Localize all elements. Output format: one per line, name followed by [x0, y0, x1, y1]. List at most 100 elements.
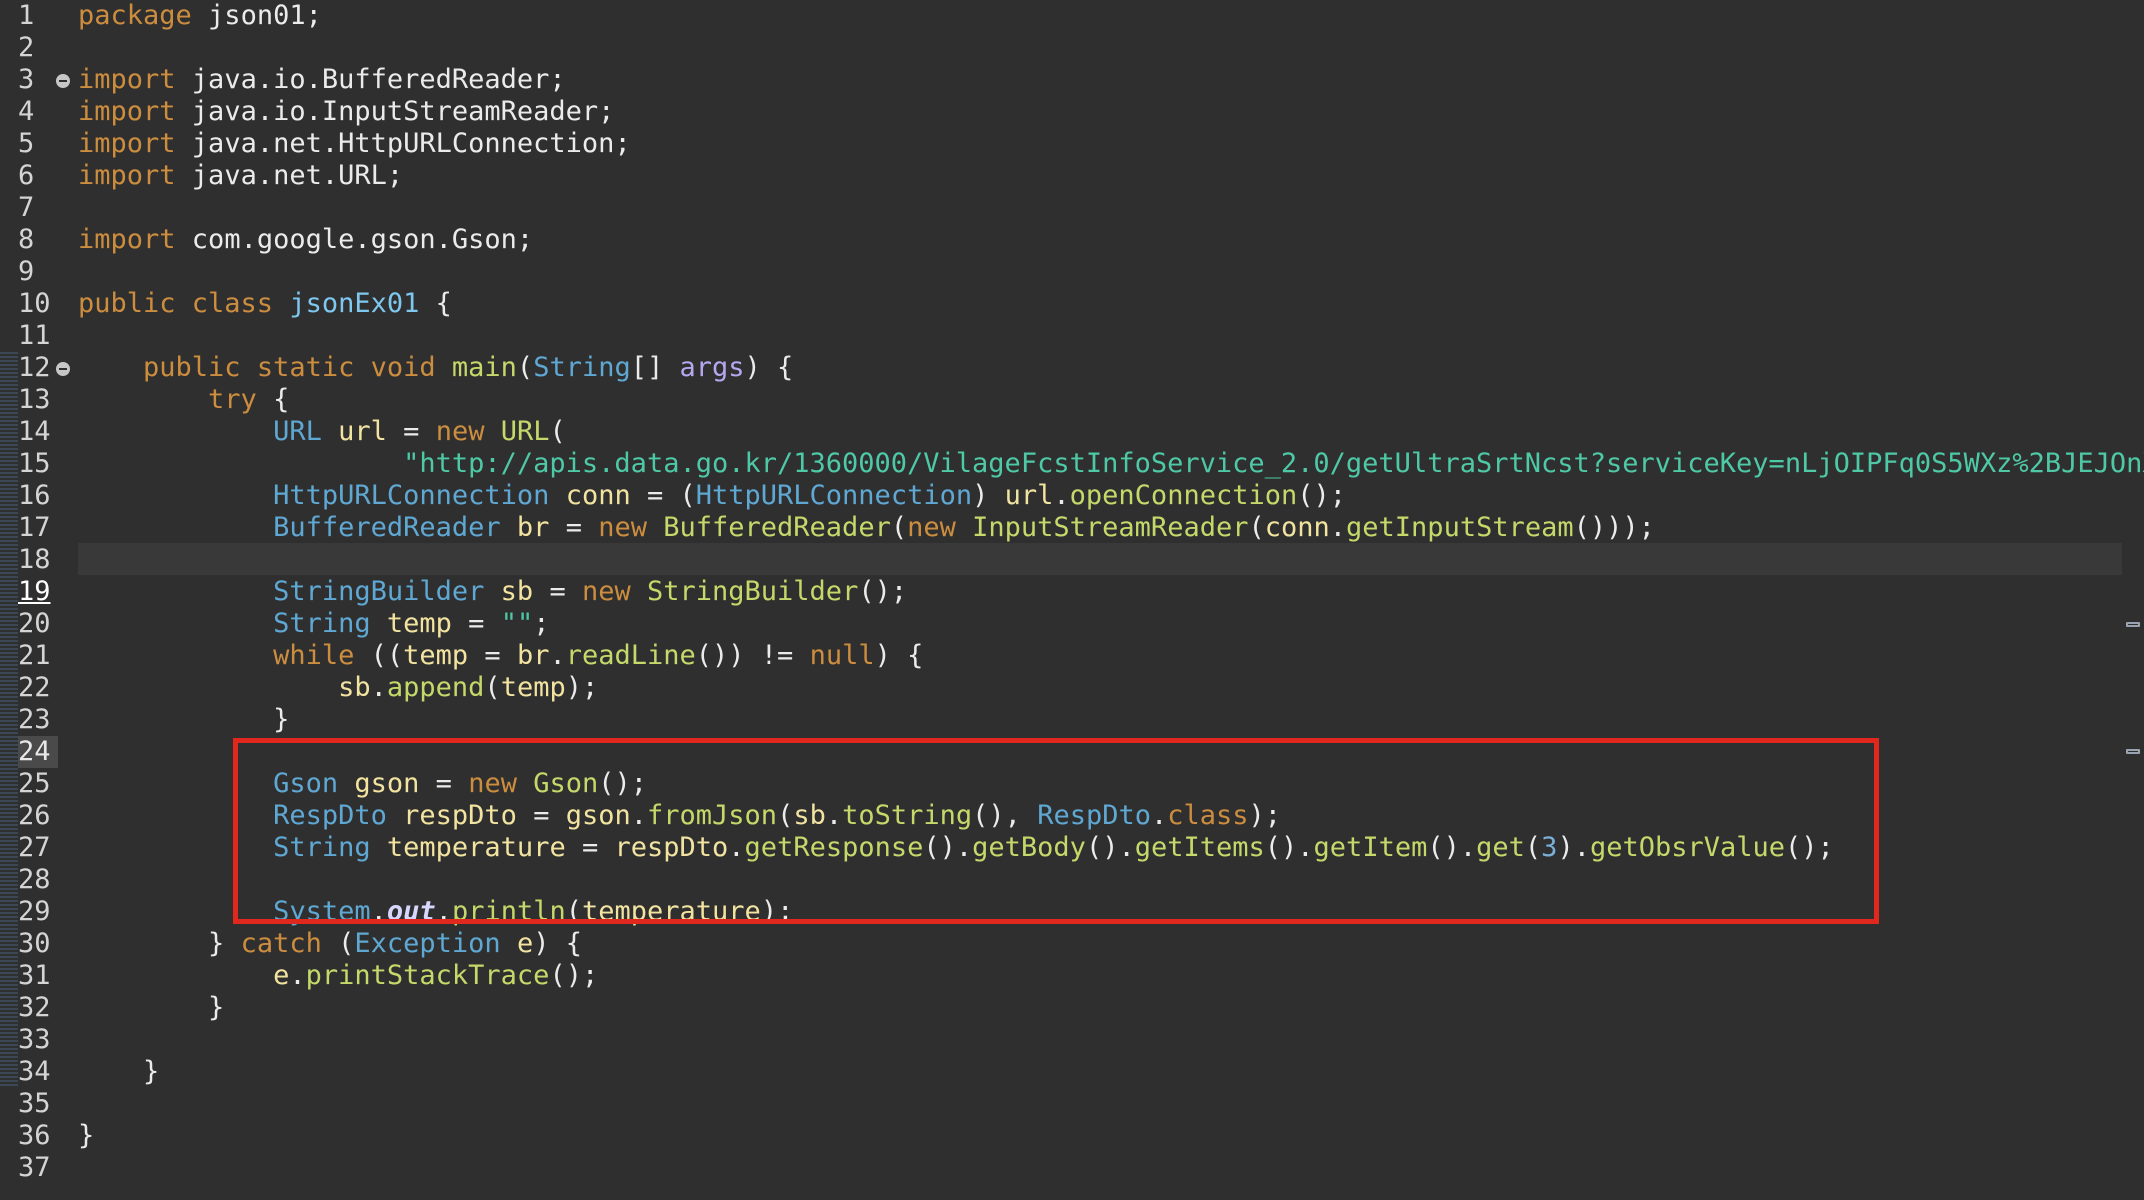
- code-token: BufferedReader: [273, 512, 501, 543]
- code-token: while: [273, 640, 355, 671]
- code-token: (: [484, 672, 501, 703]
- code-token: temp: [403, 640, 469, 671]
- code-token: ): [972, 480, 1005, 511]
- code-token: "": [500, 608, 534, 639]
- code-text: }: [78, 1120, 94, 1152]
- code-token: .: [1053, 480, 1070, 511]
- line-number: 29: [18, 896, 51, 927]
- code-token: package: [78, 0, 192, 31]
- code-text: try {: [78, 384, 289, 416]
- code-token: ();: [549, 960, 599, 991]
- code-token: ();: [1297, 480, 1347, 511]
- line-number: 33: [18, 1024, 51, 1055]
- code-token: public class: [78, 288, 290, 319]
- code-text: StringBuilder sb = new StringBuilder();: [78, 576, 907, 608]
- line-number: 14: [18, 416, 51, 447]
- code-token: HttpURLConnection: [695, 480, 973, 511]
- line-number: 11: [18, 320, 51, 351]
- line-number: 12: [18, 352, 51, 383]
- code-token: new: [581, 576, 647, 607]
- line-number: 27: [18, 832, 51, 863]
- fold-collapse-icon[interactable]: [56, 362, 70, 376]
- code-token: openConnection: [1069, 480, 1298, 511]
- code-token: import: [78, 96, 176, 127]
- code-token: BufferedReader: [663, 512, 891, 543]
- code-token: =: [549, 512, 599, 543]
- code-text: }: [78, 1056, 159, 1088]
- code-token: null: [809, 640, 875, 671]
- code-token: {: [256, 384, 290, 415]
- code-token: .: [370, 672, 387, 703]
- code-token: }: [78, 704, 290, 735]
- code-token: conn: [565, 480, 631, 511]
- overview-ruler-mark[interactable]: [2126, 622, 2140, 627]
- code-token: ;: [533, 608, 550, 639]
- code-token: getInputStream: [1346, 512, 1574, 543]
- code-token: new: [907, 512, 973, 543]
- code-token: String: [533, 352, 631, 383]
- code-token: }: [78, 992, 225, 1023]
- line-number: 4: [18, 96, 35, 127]
- code-text: String temp = "";: [78, 608, 549, 640]
- code-token: import: [78, 128, 176, 159]
- code-token: InputStreamReader: [972, 512, 1249, 543]
- code-token: URL: [500, 416, 550, 447]
- code-token: =: [533, 576, 582, 607]
- code-text: } catch (Exception e) {: [78, 928, 582, 960]
- code-text: public class jsonEx01 {: [78, 288, 452, 320]
- code-editor[interactable]: 1 package json01; 2 3 import java.io.Buffere…: [0, 0, 2144, 1200]
- code-text: sb.append(temp);: [78, 672, 598, 704]
- line-number: 35: [18, 1088, 51, 1119]
- code-token: args: [679, 352, 745, 383]
- code-token: new: [435, 416, 501, 447]
- code-token: readLine: [565, 640, 696, 671]
- line-number: 9: [18, 256, 35, 287]
- code-token: ) {: [533, 928, 582, 959]
- code-token: conn: [1264, 512, 1330, 543]
- code-token: StringBuilder: [273, 576, 485, 607]
- code-token: import: [78, 224, 176, 255]
- code-token: (: [549, 416, 566, 447]
- code-text: import com.google.gson.Gson;: [78, 224, 533, 256]
- code-token: (: [890, 512, 908, 543]
- code-token: br: [516, 512, 550, 543]
- code-token: .: [1329, 512, 1347, 543]
- line-number: 7: [18, 192, 35, 223]
- code-token: }: [78, 1120, 95, 1151]
- code-token: new: [598, 512, 664, 543]
- code-token: sb: [338, 672, 371, 703]
- line-number: 34: [18, 1056, 51, 1087]
- code-token: java.io.BufferedReader;: [175, 64, 566, 95]
- line-number: 5: [18, 128, 35, 159]
- overview-ruler-mark[interactable]: [2126, 749, 2140, 754]
- code-token: try: [208, 384, 257, 415]
- code-token: (: [516, 352, 534, 383]
- line-number: 17: [18, 512, 51, 543]
- line-number: 25: [18, 768, 51, 799]
- code-token: ((: [354, 640, 404, 671]
- code-text: while ((temp = br.readLine()) != null) {: [78, 640, 923, 672]
- line-number: 20: [18, 608, 51, 639]
- code-text: }: [78, 704, 289, 736]
- fold-collapse-icon[interactable]: [56, 74, 70, 88]
- code-token: jsonEx01: [289, 288, 420, 319]
- code-text: import java.net.URL;: [78, 160, 403, 192]
- code-token: br: [516, 640, 550, 671]
- code-token: ) {: [744, 352, 794, 383]
- line-number: 23: [18, 704, 51, 735]
- code-token: }: [78, 1056, 160, 1087]
- line-number: 19: [18, 576, 51, 607]
